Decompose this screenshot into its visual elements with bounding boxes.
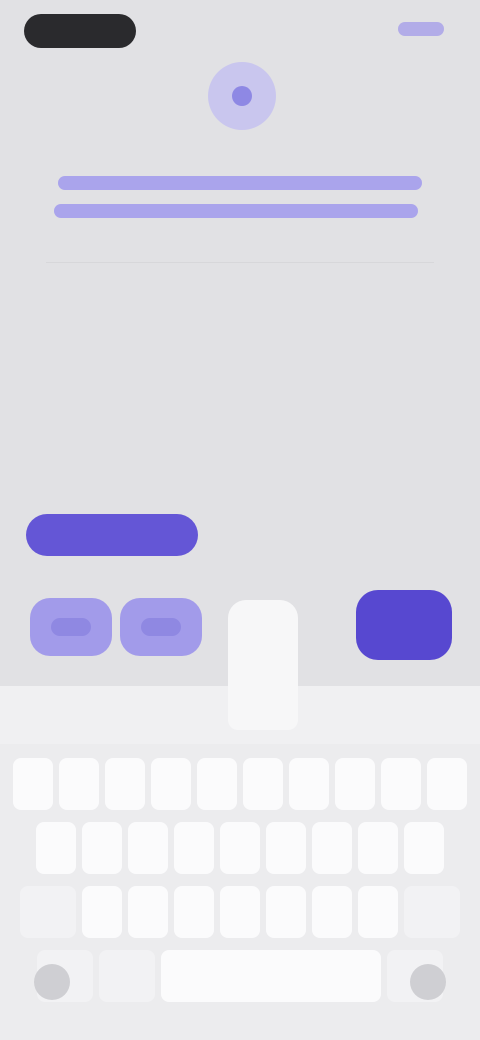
key[interactable] bbox=[174, 886, 214, 938]
key[interactable] bbox=[358, 886, 398, 938]
key[interactable] bbox=[404, 822, 444, 874]
key[interactable] bbox=[174, 822, 214, 874]
divider bbox=[46, 262, 434, 263]
key[interactable] bbox=[427, 758, 467, 810]
key[interactable] bbox=[59, 758, 99, 810]
backspace-key[interactable] bbox=[404, 886, 460, 938]
title-text-placeholder-1 bbox=[58, 176, 422, 190]
chip-1[interactable] bbox=[30, 598, 112, 656]
keyboard-row-1 bbox=[0, 758, 480, 810]
keyboard-row-3 bbox=[0, 886, 480, 938]
chip-2[interactable] bbox=[120, 598, 202, 656]
key[interactable] bbox=[312, 822, 352, 874]
top-right-link[interactable] bbox=[398, 22, 444, 36]
emoji-key[interactable] bbox=[99, 950, 155, 1002]
key[interactable] bbox=[266, 886, 306, 938]
key[interactable] bbox=[197, 758, 237, 810]
key[interactable] bbox=[312, 886, 352, 938]
key[interactable] bbox=[358, 822, 398, 874]
key[interactable] bbox=[128, 822, 168, 874]
key[interactable] bbox=[335, 758, 375, 810]
on-screen-keyboard bbox=[0, 744, 480, 1040]
key[interactable] bbox=[128, 886, 168, 938]
microphone-icon[interactable] bbox=[410, 964, 446, 1000]
keyboard-row-4 bbox=[0, 950, 480, 1002]
key[interactable] bbox=[381, 758, 421, 810]
key[interactable] bbox=[13, 758, 53, 810]
keyboard-row-2 bbox=[0, 822, 480, 874]
key[interactable] bbox=[151, 758, 191, 810]
key[interactable] bbox=[289, 758, 329, 810]
key[interactable] bbox=[220, 886, 260, 938]
chip-1-label bbox=[51, 618, 91, 636]
globe-icon[interactable] bbox=[34, 964, 70, 1000]
send-button[interactable] bbox=[356, 590, 452, 660]
key[interactable] bbox=[220, 822, 260, 874]
key[interactable] bbox=[243, 758, 283, 810]
shift-key[interactable] bbox=[20, 886, 76, 938]
dynamic-island bbox=[24, 14, 136, 48]
chip-2-label bbox=[141, 618, 181, 636]
title-text-placeholder-2 bbox=[54, 204, 418, 218]
key[interactable] bbox=[82, 822, 122, 874]
space-key[interactable] bbox=[161, 950, 381, 1002]
primary-action-button[interactable] bbox=[26, 514, 198, 556]
key[interactable] bbox=[266, 822, 306, 874]
key[interactable] bbox=[105, 758, 145, 810]
app-logo-icon bbox=[208, 62, 276, 130]
key[interactable] bbox=[36, 822, 76, 874]
key[interactable] bbox=[82, 886, 122, 938]
key-popup bbox=[228, 600, 298, 730]
